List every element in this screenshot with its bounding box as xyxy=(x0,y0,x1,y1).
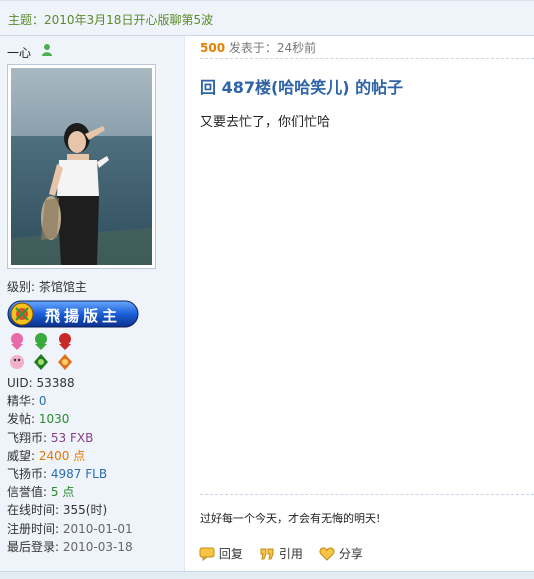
reply-button[interactable]: 回复 xyxy=(199,545,243,562)
medal-red-icon xyxy=(59,333,71,350)
topic-header-bar: 主题：2010年3月18日开心版聊第5波 xyxy=(0,0,534,36)
meta-divider xyxy=(200,58,534,59)
level-value: 茶馆馆主 xyxy=(38,280,87,294)
stat-credit: 信誉值: 5 点 xyxy=(7,485,75,500)
medal-leaf-icon xyxy=(34,354,48,370)
reply-icon xyxy=(199,547,215,561)
medal-green-icon xyxy=(35,333,47,350)
signature-divider xyxy=(200,494,534,495)
quote-button[interactable]: 引用 xyxy=(259,545,303,562)
post-meta: 500 发表于：24秒前 xyxy=(200,39,316,56)
author-avatar[interactable] xyxy=(7,64,156,269)
floor-number[interactable]: 500 xyxy=(200,41,225,55)
author-stats: UID: 53388 精华: 0 发帖: 1030 飞翔币: 53 FXB 威望… xyxy=(7,374,133,556)
stat-flb: 飞扬币: 4987 FLB xyxy=(7,467,108,482)
medal-icons xyxy=(8,332,78,372)
stat-essence: 精华: 0 xyxy=(7,394,47,409)
author-sidebar: 一心 级别: 茶馆馆主 飛揚版主 UID: 53388 精华: 0 发帖: 10… xyxy=(0,36,185,571)
medal-dog-icon xyxy=(10,355,24,369)
medal-diamond-icon xyxy=(58,354,72,370)
post-time: 发表于：24秒前 xyxy=(228,41,317,55)
stat-register-date: 注册时间: 2010-01-01 xyxy=(7,521,133,536)
stat-uid: UID: 53388 xyxy=(7,376,75,390)
stat-online-time: 在线时间: 355(时) xyxy=(7,503,108,518)
post-title: 回 487楼(哈哈笑儿) 的帖子 xyxy=(200,78,404,97)
post-signature: 过好每一个今天，才会有无悔的明天! xyxy=(200,512,381,525)
author-level: 级别: 茶馆馆主 xyxy=(7,278,87,295)
banner-text: 飛揚版主 xyxy=(45,307,122,325)
moderator-banner-badge: 飛揚版主 xyxy=(7,300,139,328)
stat-posts: 发帖: 1030 xyxy=(7,412,70,427)
quote-icon xyxy=(260,548,274,560)
post-content-area: 500 发表于：24秒前 回 487楼(哈哈笑儿) 的帖子 又要去忙了，你们忙哈… xyxy=(185,36,534,571)
online-user-icon xyxy=(41,43,53,57)
stat-last-login: 最后登录: 2010-03-18 xyxy=(7,539,133,554)
topic-subject: 主题：2010年3月18日开心版聊第5波 xyxy=(8,13,214,27)
stat-prestige: 威望: 2400 点 xyxy=(7,448,86,463)
heart-icon xyxy=(319,547,335,561)
medal-pink-icon xyxy=(11,333,23,350)
level-label: 级别: xyxy=(7,280,36,294)
post-body: 又要去忙了，你们忙哈 xyxy=(200,115,331,130)
stat-fxb: 飞翔币: 53 FXB xyxy=(7,430,94,445)
share-button[interactable]: 分享 xyxy=(319,545,363,562)
author-name-link[interactable]: 一心 xyxy=(7,44,31,61)
